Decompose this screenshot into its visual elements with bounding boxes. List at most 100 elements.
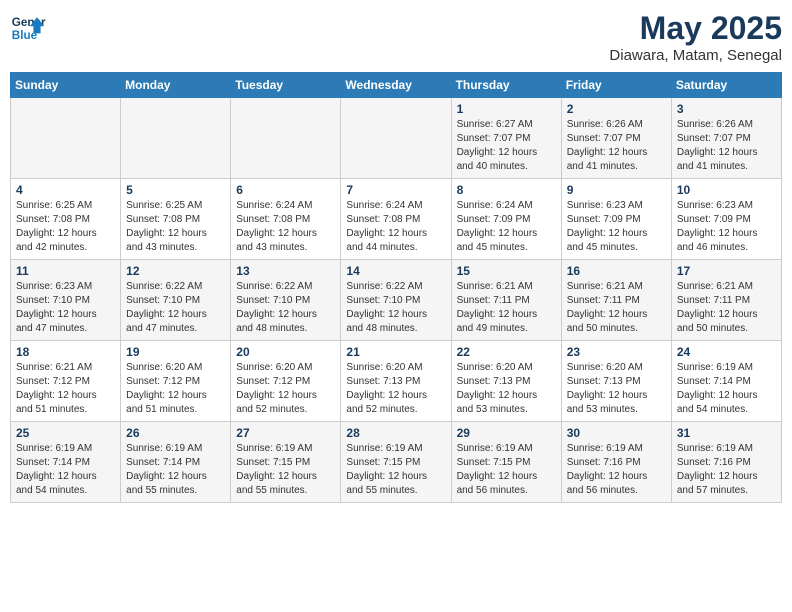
weekday-header-saturday: Saturday — [671, 73, 781, 98]
day-info: Sunrise: 6:25 AM Sunset: 7:08 PM Dayligh… — [16, 199, 115, 255]
location: Diawara, Matam, Senegal — [609, 47, 782, 64]
calendar-week-row: 4 Sunrise: 6:25 AM Sunset: 7:08 PM Daylig… — [11, 179, 782, 260]
day-info: Sunrise: 6:22 AM Sunset: 7:10 PM Dayligh… — [236, 280, 335, 336]
calendar-cell — [231, 98, 341, 179]
calendar-week-row: 25Sunrise: 6:19 AM Sunset: 7:14 PM Dayli… — [11, 422, 782, 503]
day-number: 3 — [677, 102, 776, 116]
calendar-week-row: 11 Sunrise: 6:23 AM Sunset: 7:10 PM Dayli… — [11, 260, 782, 341]
day-info: Sunrise: 6:26 AM Sunset: 7:07 PM Dayligh… — [677, 118, 776, 174]
day-number: 27 — [236, 426, 335, 440]
calendar-week-row: 18 Sunrise: 6:21 AM Sunset: 7:12 PM Dayli… — [11, 341, 782, 422]
weekday-header-monday: Monday — [121, 73, 231, 98]
calendar-cell: 8 Sunrise: 6:24 AM Sunset: 7:09 PM Daylig… — [451, 179, 561, 260]
day-info: Sunrise: 6:20 AM Sunset: 7:12 PM Dayligh… — [236, 361, 335, 417]
calendar-week-row: 1 Sunrise: 6:27 AM Sunset: 7:07 PM Daylig… — [11, 98, 782, 179]
day-info: Sunrise: 6:19 AM Sunset: 7:15 PM Dayligh… — [346, 442, 445, 498]
day-number: 17 — [677, 264, 776, 278]
day-info: Sunrise: 6:19 AM Sunset: 7:16 PM Dayligh… — [567, 442, 666, 498]
calendar-cell: 20 Sunrise: 6:20 AM Sunset: 7:12 PM Dayli… — [231, 341, 341, 422]
day-info: Sunrise: 6:21 AM Sunset: 7:11 PM Dayligh… — [567, 280, 666, 336]
day-number: 31 — [677, 426, 776, 440]
calendar-cell: 2 Sunrise: 6:26 AM Sunset: 7:07 PM Daylig… — [561, 98, 671, 179]
day-number: 23 — [567, 345, 666, 359]
day-number: 13 — [236, 264, 335, 278]
calendar-cell — [11, 98, 121, 179]
day-info: Sunrise: 6:26 AM Sunset: 7:07 PM Dayligh… — [567, 118, 666, 174]
day-info: Sunrise: 6:19 AM Sunset: 7:14 PM Dayligh… — [126, 442, 225, 498]
day-number: 21 — [346, 345, 445, 359]
month-year: May 2025 — [609, 10, 782, 47]
day-number: 15 — [457, 264, 556, 278]
title-area: May 2025 Diawara, Matam, Senegal — [609, 10, 782, 64]
calendar-cell: 21 Sunrise: 6:20 AM Sunset: 7:13 PM Dayli… — [341, 341, 451, 422]
day-number: 28 — [346, 426, 445, 440]
day-number: 30 — [567, 426, 666, 440]
day-info: Sunrise: 6:20 AM Sunset: 7:13 PM Dayligh… — [346, 361, 445, 417]
day-info: Sunrise: 6:20 AM Sunset: 7:12 PM Dayligh… — [126, 361, 225, 417]
day-info: Sunrise: 6:24 AM Sunset: 7:08 PM Dayligh… — [346, 199, 445, 255]
day-number: 29 — [457, 426, 556, 440]
day-info: Sunrise: 6:25 AM Sunset: 7:08 PM Dayligh… — [126, 199, 225, 255]
weekday-header-wednesday: Wednesday — [341, 73, 451, 98]
day-number: 19 — [126, 345, 225, 359]
calendar-cell: 15Sunrise: 6:21 AM Sunset: 7:11 PM Dayli… — [451, 260, 561, 341]
day-info: Sunrise: 6:24 AM Sunset: 7:08 PM Dayligh… — [236, 199, 335, 255]
calendar-cell: 13 Sunrise: 6:22 AM Sunset: 7:10 PM Dayli… — [231, 260, 341, 341]
calendar-cell — [341, 98, 451, 179]
weekday-header-sunday: Sunday — [11, 73, 121, 98]
calendar-cell: 1 Sunrise: 6:27 AM Sunset: 7:07 PM Daylig… — [451, 98, 561, 179]
calendar-cell: 16 Sunrise: 6:21 AM Sunset: 7:11 PM Dayli… — [561, 260, 671, 341]
calendar-cell: 9Sunrise: 6:23 AM Sunset: 7:09 PM Daylig… — [561, 179, 671, 260]
calendar-cell: 14 Sunrise: 6:22 AM Sunset: 7:10 PM Dayli… — [341, 260, 451, 341]
calendar-cell: 29 Sunrise: 6:19 AM Sunset: 7:15 PM Dayli… — [451, 422, 561, 503]
day-info: Sunrise: 6:23 AM Sunset: 7:09 PM Dayligh… — [677, 199, 776, 255]
calendar-cell: 7 Sunrise: 6:24 AM Sunset: 7:08 PM Daylig… — [341, 179, 451, 260]
calendar-cell — [121, 98, 231, 179]
calendar-cell: 31 Sunrise: 6:19 AM Sunset: 7:16 PM Dayli… — [671, 422, 781, 503]
weekday-header-tuesday: Tuesday — [231, 73, 341, 98]
day-number: 4 — [16, 183, 115, 197]
calendar-cell: 18 Sunrise: 6:21 AM Sunset: 7:12 PM Dayli… — [11, 341, 121, 422]
day-info: Sunrise: 6:23 AM Sunset: 7:09 PM Dayligh… — [567, 199, 666, 255]
day-number: 2 — [567, 102, 666, 116]
day-number: 10 — [677, 183, 776, 197]
day-number: 22 — [457, 345, 556, 359]
day-number: 8 — [457, 183, 556, 197]
day-info: Sunrise: 6:19 AM Sunset: 7:15 PM Dayligh… — [236, 442, 335, 498]
calendar-cell: 25Sunrise: 6:19 AM Sunset: 7:14 PM Dayli… — [11, 422, 121, 503]
day-info: Sunrise: 6:21 AM Sunset: 7:12 PM Dayligh… — [16, 361, 115, 417]
weekday-header-row: SundayMondayTuesdayWednesdayThursdayFrid… — [11, 73, 782, 98]
day-number: 1 — [457, 102, 556, 116]
day-number: 14 — [346, 264, 445, 278]
day-number: 18 — [16, 345, 115, 359]
day-info: Sunrise: 6:20 AM Sunset: 7:13 PM Dayligh… — [457, 361, 556, 417]
calendar-cell: 30 Sunrise: 6:19 AM Sunset: 7:16 PM Dayli… — [561, 422, 671, 503]
day-info: Sunrise: 6:27 AM Sunset: 7:07 PM Dayligh… — [457, 118, 556, 174]
day-number: 20 — [236, 345, 335, 359]
day-info: Sunrise: 6:19 AM Sunset: 7:14 PM Dayligh… — [16, 442, 115, 498]
day-number: 24 — [677, 345, 776, 359]
calendar-cell: 27 Sunrise: 6:19 AM Sunset: 7:15 PM Dayli… — [231, 422, 341, 503]
calendar-cell: 5 Sunrise: 6:25 AM Sunset: 7:08 PM Daylig… — [121, 179, 231, 260]
calendar-cell: 19 Sunrise: 6:20 AM Sunset: 7:12 PM Dayli… — [121, 341, 231, 422]
weekday-header-thursday: Thursday — [451, 73, 561, 98]
day-number: 6 — [236, 183, 335, 197]
calendar-cell: 26Sunrise: 6:19 AM Sunset: 7:14 PM Dayli… — [121, 422, 231, 503]
calendar-cell: 11 Sunrise: 6:23 AM Sunset: 7:10 PM Dayli… — [11, 260, 121, 341]
calendar-cell: 6 Sunrise: 6:24 AM Sunset: 7:08 PM Daylig… — [231, 179, 341, 260]
calendar-cell: 10 Sunrise: 6:23 AM Sunset: 7:09 PM Dayli… — [671, 179, 781, 260]
weekday-header-friday: Friday — [561, 73, 671, 98]
day-info: Sunrise: 6:22 AM Sunset: 7:10 PM Dayligh… — [346, 280, 445, 336]
day-info: Sunrise: 6:23 AM Sunset: 7:10 PM Dayligh… — [16, 280, 115, 336]
day-info: Sunrise: 6:21 AM Sunset: 7:11 PM Dayligh… — [677, 280, 776, 336]
day-number: 11 — [16, 264, 115, 278]
day-info: Sunrise: 6:19 AM Sunset: 7:14 PM Dayligh… — [677, 361, 776, 417]
day-info: Sunrise: 6:19 AM Sunset: 7:16 PM Dayligh… — [677, 442, 776, 498]
day-info: Sunrise: 6:19 AM Sunset: 7:15 PM Dayligh… — [457, 442, 556, 498]
day-number: 7 — [346, 183, 445, 197]
day-info: Sunrise: 6:24 AM Sunset: 7:09 PM Dayligh… — [457, 199, 556, 255]
day-number: 16 — [567, 264, 666, 278]
calendar-cell: 12Sunrise: 6:22 AM Sunset: 7:10 PM Dayli… — [121, 260, 231, 341]
day-number: 5 — [126, 183, 225, 197]
calendar-cell: 17 Sunrise: 6:21 AM Sunset: 7:11 PM Dayli… — [671, 260, 781, 341]
